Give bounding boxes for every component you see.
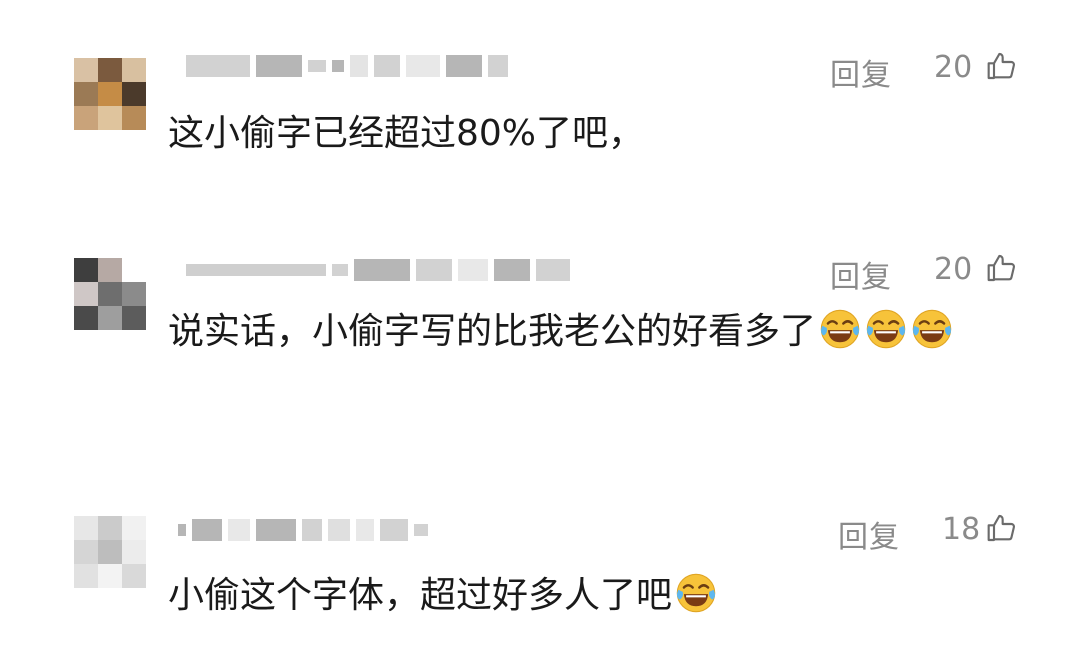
avatar-pixel bbox=[122, 516, 146, 540]
avatar-pixel bbox=[98, 82, 122, 106]
avatar-pixel bbox=[122, 282, 146, 306]
avatar-pixel bbox=[122, 306, 146, 330]
tears-of-joy-emoji-icon bbox=[912, 309, 952, 349]
avatar-pixel bbox=[98, 564, 122, 588]
avatar-pixel bbox=[74, 516, 98, 540]
tears-of-joy-emoji-icon bbox=[866, 309, 906, 349]
avatar-pixel bbox=[98, 306, 122, 330]
avatar-pixel bbox=[74, 306, 98, 330]
reply-button[interactable]: 回复 bbox=[830, 50, 892, 94]
avatar-pixel bbox=[122, 564, 146, 588]
avatar-pixel bbox=[74, 540, 98, 564]
like-count: 18 bbox=[942, 512, 981, 547]
comment-text: 这小偷字已经超过80%了吧， bbox=[168, 113, 645, 154]
tears-of-joy-emoji-icon bbox=[676, 573, 716, 613]
tears-of-joy-emoji-icon bbox=[820, 309, 860, 349]
avatar-pixel bbox=[74, 282, 98, 306]
avatar-pixel bbox=[98, 258, 122, 282]
avatar-pixel bbox=[74, 258, 98, 282]
comment-text: 说实话，小偷字写的比我老公的好看多了 bbox=[168, 306, 1028, 358]
avatar[interactable] bbox=[74, 58, 146, 130]
username-redacted[interactable] bbox=[178, 516, 428, 544]
thumbs-up-icon[interactable] bbox=[986, 50, 1018, 82]
comment-text: 小偷这个字体，超过好多人了吧 bbox=[168, 570, 1028, 622]
avatar-pixel bbox=[74, 106, 98, 130]
avatar-pixel bbox=[98, 516, 122, 540]
avatar-pixel bbox=[122, 106, 146, 130]
avatar-pixel bbox=[74, 58, 98, 82]
reply-button[interactable]: 回复 bbox=[830, 252, 892, 296]
avatar-pixel bbox=[98, 58, 122, 82]
reply-button[interactable]: 回复 bbox=[838, 512, 900, 556]
avatar-pixel bbox=[122, 82, 146, 106]
avatar-pixel bbox=[74, 564, 98, 588]
thumbs-up-icon[interactable] bbox=[986, 252, 1018, 284]
avatar[interactable] bbox=[74, 258, 146, 330]
avatar-pixel bbox=[122, 540, 146, 564]
username-redacted[interactable] bbox=[186, 52, 508, 80]
avatar-pixel bbox=[98, 106, 122, 130]
avatar[interactable] bbox=[74, 516, 146, 588]
avatar-pixel bbox=[98, 282, 122, 306]
like-count: 20 bbox=[934, 50, 973, 85]
avatar-pixel bbox=[74, 82, 98, 106]
avatar-pixel bbox=[98, 540, 122, 564]
thumbs-up-icon[interactable] bbox=[986, 512, 1018, 544]
like-count: 20 bbox=[934, 252, 973, 287]
avatar-pixel bbox=[122, 58, 146, 82]
username-redacted[interactable] bbox=[186, 256, 570, 284]
avatar-pixel bbox=[122, 258, 146, 282]
